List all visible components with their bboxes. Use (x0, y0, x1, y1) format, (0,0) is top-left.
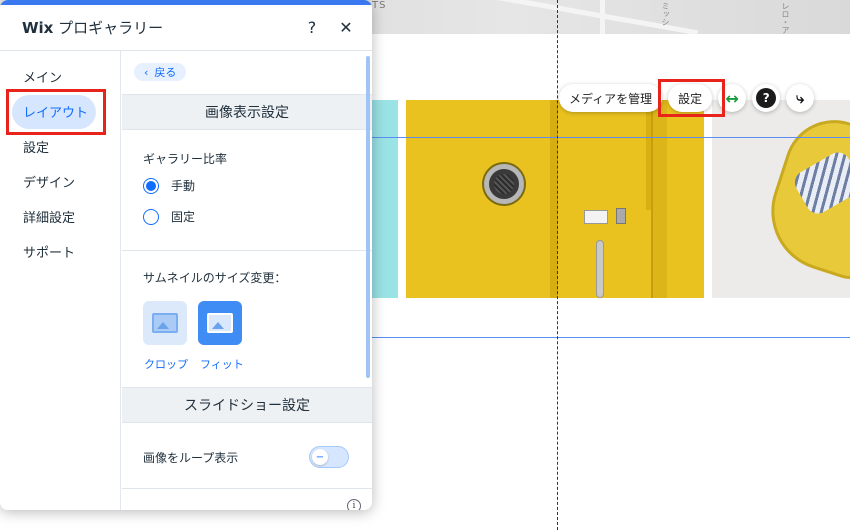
slideshow-section-header: スライドショー設定 (122, 387, 372, 423)
door-lock (616, 208, 626, 224)
side-nav: メイン レイアウト 設定 デザイン 詳細設定 サポート (0, 51, 121, 510)
door-frame (651, 100, 667, 298)
toggle-knob: − (312, 449, 328, 465)
panel-header[interactable]: Wix プロギャラリー ? ✕ (0, 5, 372, 51)
nav-item-main[interactable]: メイン (0, 59, 120, 94)
back-label: 戻る (154, 66, 177, 79)
gallery-image-yellow-chair[interactable] (712, 100, 850, 298)
nav-item-layout[interactable]: レイアウト (0, 94, 120, 129)
thumbnail-resize-label: サムネイルのサイズ変更： (143, 271, 287, 285)
chevron-left-icon: ‹ (144, 65, 149, 79)
panel-title: Wix プロギャラリー (22, 17, 286, 38)
manage-media-button[interactable]: メディアを管理 (559, 84, 663, 112)
ratio-option-manual[interactable]: 手動 (143, 177, 195, 194)
pro-gallery-settings-panel: Wix プロギャラリー ? ✕ メイン レイアウト 設定 デザイン 詳細設定 サ… (0, 0, 372, 510)
door-handle (596, 240, 604, 298)
map-label: レロ・ア (781, 2, 790, 34)
close-icon[interactable]: ✕ (338, 18, 354, 37)
gallery-floating-toolbar: メディアを管理 設定 ↔ ? ⤷ (559, 79, 815, 117)
door-sign (584, 210, 608, 224)
map-road (600, 0, 605, 34)
image-crop-icon (152, 313, 178, 333)
image-display-section-header: 画像表示設定 (122, 94, 372, 130)
nav-item-support[interactable]: サポート (0, 234, 120, 269)
center-guide-line (557, 0, 558, 530)
image-fit-icon (207, 313, 233, 333)
nav-item-advanced[interactable]: 詳細設定 (0, 199, 120, 234)
map-label: ミッシ (661, 2, 670, 26)
map-label: TS (372, 0, 387, 11)
stretch-arrows-icon: ↔ (725, 88, 739, 108)
back-button[interactable]: ‹ 戻る (134, 63, 187, 81)
nav-item-design[interactable]: デザイン (0, 164, 120, 199)
layout-settings-content: ‹ 戻る 画像表示設定 ギャラリー比率 手動 固定 サムネイルのサイズ変更： ク… (122, 51, 372, 510)
divider (122, 250, 372, 251)
fit-caption: フィット (200, 358, 244, 371)
info-icon[interactable]: i (347, 499, 361, 510)
animation-icon: ⤷ (795, 89, 805, 107)
map-road (421, 0, 699, 34)
animation-button[interactable]: ⤷ (786, 84, 815, 112)
ratio-option-fixed[interactable]: 固定 (143, 208, 195, 225)
gallery-image-yellow-door[interactable] (406, 100, 704, 298)
help-icon[interactable]: ? (304, 18, 320, 37)
panel-scrollbar[interactable] (366, 56, 370, 378)
stretch-button[interactable]: ↔ (718, 84, 747, 112)
settings-button[interactable]: 設定 (668, 84, 713, 112)
nav-item-layout-label: レイアウト (12, 94, 96, 129)
settings-button-wrap: 設定 (658, 79, 726, 117)
ratio-option-label: 固定 (171, 210, 196, 224)
help-button[interactable]: ? (752, 84, 781, 112)
crop-caption: クロップ (144, 358, 188, 371)
gallery-ratio-label: ギャラリー比率 (143, 152, 228, 166)
thumbnail-crop-option[interactable] (143, 301, 187, 345)
help-icon: ? (756, 88, 777, 108)
loop-images-toggle[interactable]: − (309, 446, 349, 468)
panel-title-name: プロギャラリー (53, 19, 164, 37)
thumbnail-fit-option[interactable] (198, 301, 242, 345)
radio-button[interactable] (143, 177, 159, 194)
loop-images-label: 画像をループ表示 (143, 451, 239, 465)
nav-item-settings[interactable]: 設定 (0, 129, 120, 164)
radio-button[interactable] (143, 208, 159, 225)
divider (122, 488, 372, 489)
porthole-window (484, 164, 524, 204)
panel-title-brand: Wix (22, 19, 54, 37)
ratio-option-label: 手動 (171, 179, 196, 193)
